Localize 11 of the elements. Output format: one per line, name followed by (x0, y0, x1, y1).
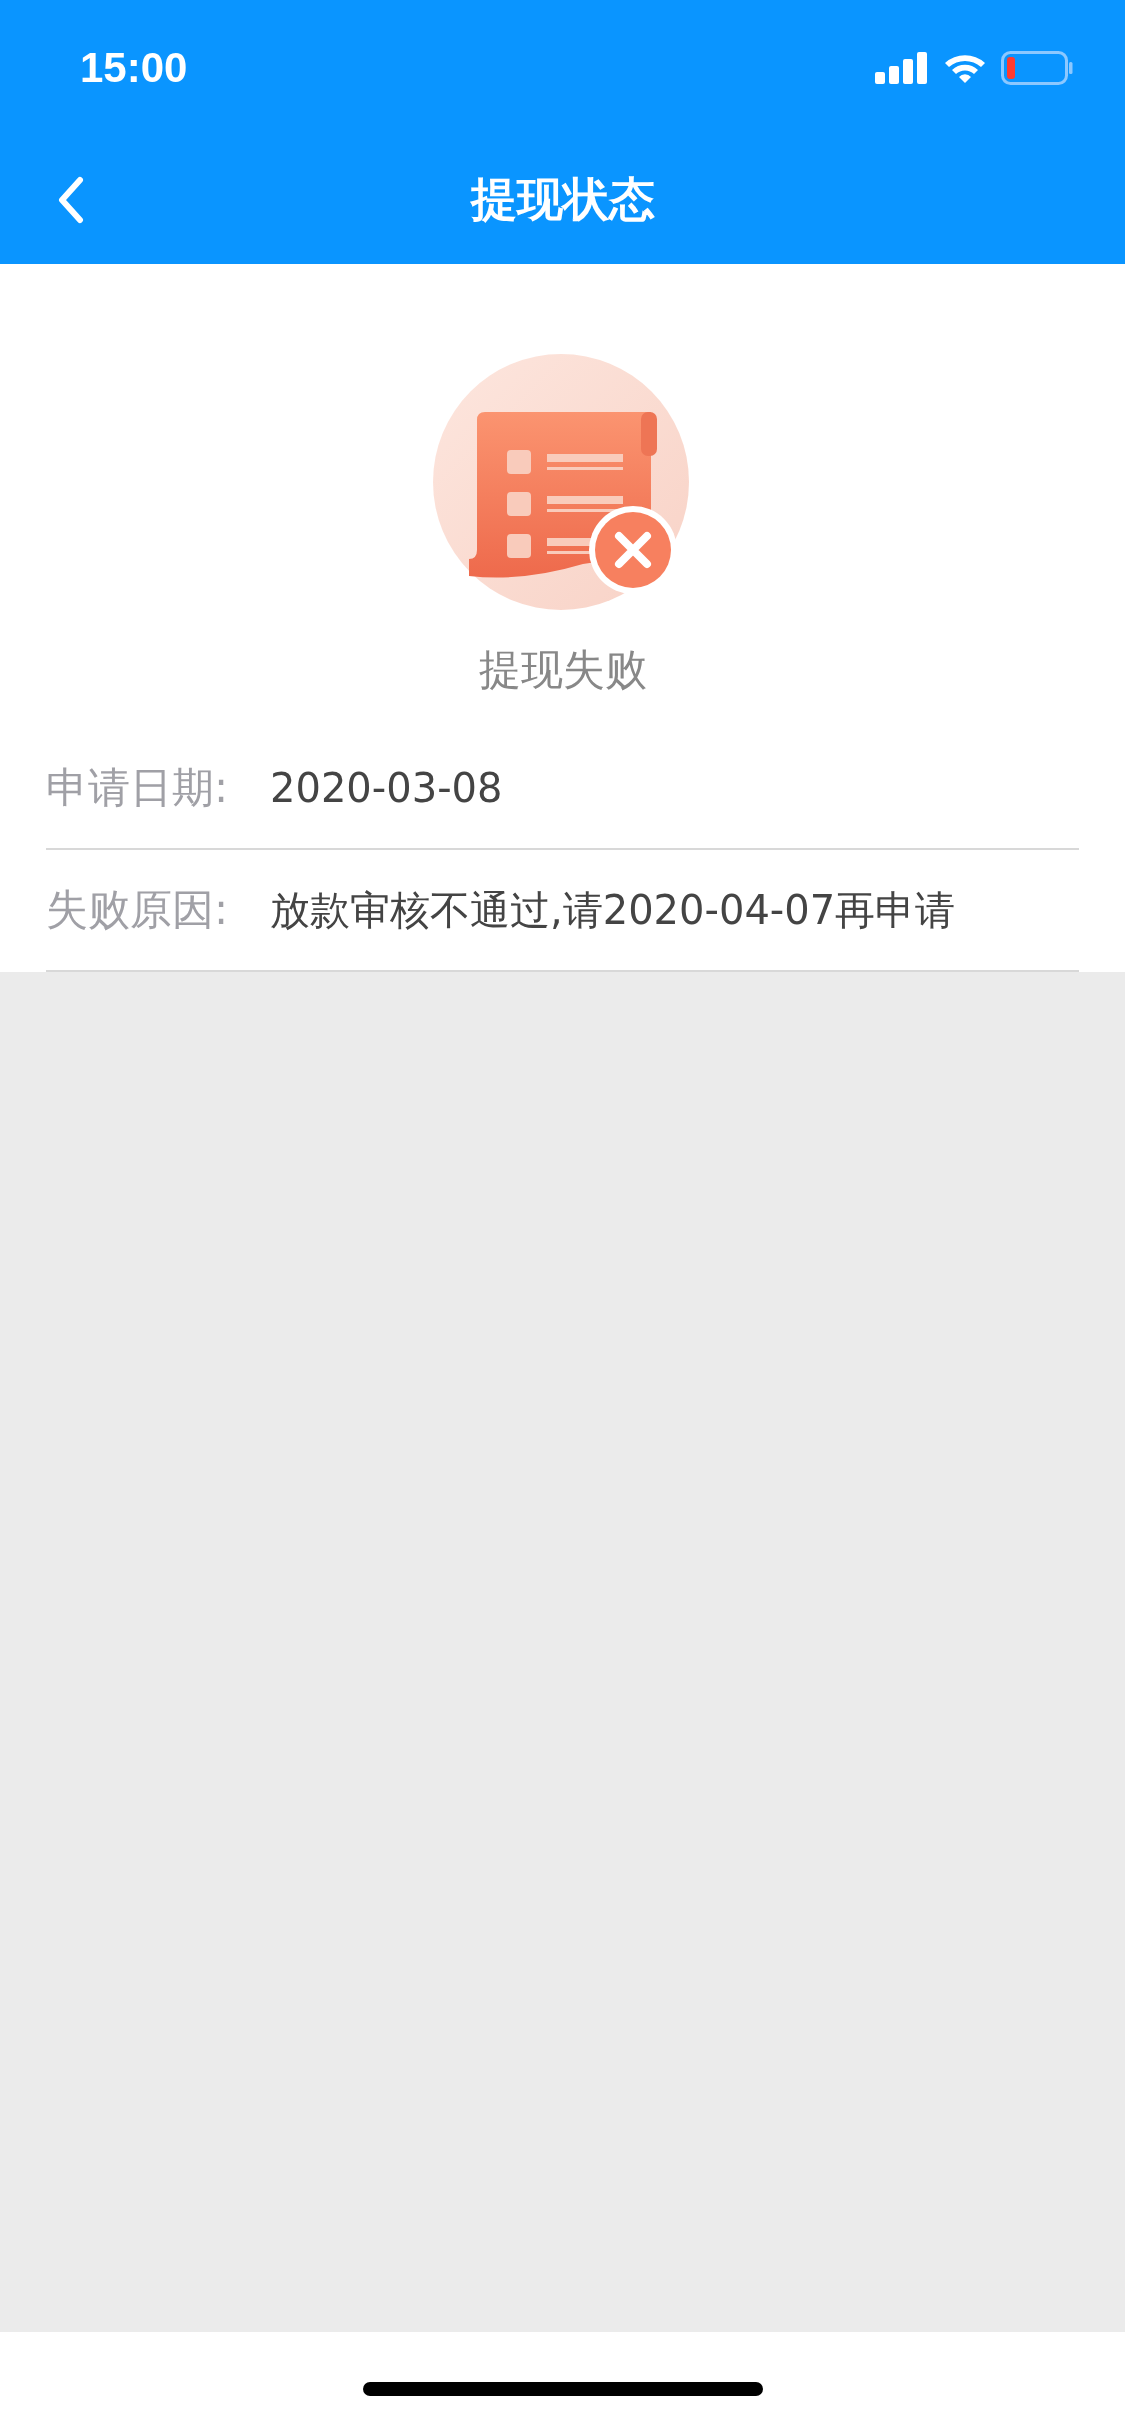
status-time: 15:00 (80, 44, 188, 92)
back-button[interactable] (56, 176, 86, 224)
page-title: 提现状态 (470, 171, 655, 228)
battery-icon (1001, 51, 1073, 85)
result-status-text: 提现失败 (478, 644, 647, 696)
wifi-icon (943, 52, 987, 84)
signal-icon (875, 52, 929, 84)
detail-label: 失败原因: (46, 884, 230, 936)
detail-value: 放款审核不通过,请2020-04-07再申请 (270, 885, 956, 935)
detail-label: 申请日期: (46, 762, 230, 814)
detail-value: 2020-03-08 (270, 765, 503, 811)
